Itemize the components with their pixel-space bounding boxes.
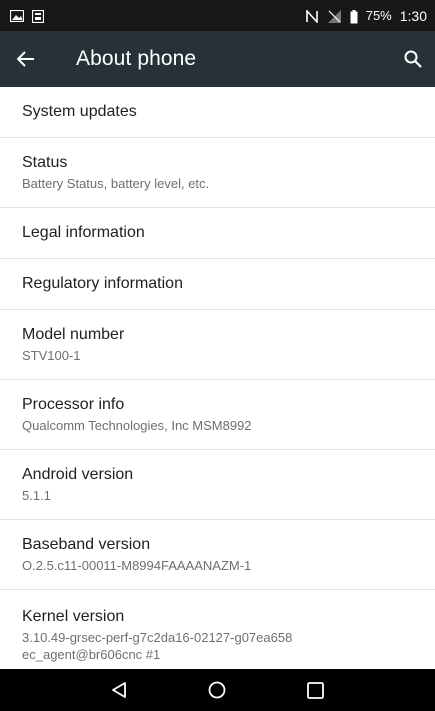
arrow-back-icon[interactable] bbox=[14, 47, 38, 71]
nav-home-icon[interactable] bbox=[203, 676, 231, 704]
legal-information-item[interactable]: Legal information bbox=[0, 208, 435, 259]
page-title: About phone bbox=[76, 47, 197, 70]
image-notification-icon bbox=[10, 9, 24, 22]
item-title: Legal information bbox=[22, 224, 145, 241]
settings-list: System updates Status Battery Status, ba… bbox=[0, 87, 435, 669]
nfc-icon bbox=[305, 9, 320, 23]
nav-back-icon[interactable] bbox=[105, 676, 133, 704]
kernel-version-item[interactable]: Kernel version 3.10.49-grsec-perf-g7c2da… bbox=[0, 590, 435, 669]
android-version-item[interactable]: Android version 5.1.1 bbox=[0, 450, 435, 520]
item-summary: Qualcomm Technologies, Inc MSM8992 bbox=[22, 418, 252, 433]
item-title: Model number bbox=[22, 326, 125, 343]
app-bar: About phone bbox=[0, 31, 435, 87]
search-icon[interactable] bbox=[401, 47, 425, 71]
item-title: Baseband version bbox=[22, 536, 151, 553]
download-notification-icon bbox=[32, 9, 46, 23]
system-updates-item[interactable]: System updates bbox=[0, 87, 435, 138]
item-summary: STV100-1 bbox=[22, 348, 81, 363]
item-title: Status bbox=[22, 154, 68, 171]
regulatory-information-item[interactable]: Regulatory information bbox=[0, 259, 435, 310]
battery-percentage: 75% bbox=[365, 8, 392, 23]
item-title: Processor info bbox=[22, 396, 125, 413]
item-title: Regulatory information bbox=[22, 275, 183, 292]
item-summary: 5.1.1 bbox=[22, 488, 51, 503]
item-summary: Battery Status, battery level, etc. bbox=[22, 176, 210, 191]
clock: 1:30 bbox=[399, 7, 427, 24]
status-bar: 75% 1:30 bbox=[0, 0, 435, 31]
item-summary: O.2.5.c11-00011-M8994FAAAANAZM-1 bbox=[22, 558, 252, 573]
item-summary-line2: ec_agent@br606cnc #1 bbox=[22, 647, 161, 662]
item-summary: 3.10.49-grsec-perf-g7c2da16-02127-g07ea6… bbox=[22, 630, 293, 645]
nav-recents-icon[interactable] bbox=[302, 676, 330, 704]
baseband-version-item[interactable]: Baseband version O.2.5.c11-00011-M8994FA… bbox=[0, 520, 435, 590]
item-title: Android version bbox=[22, 466, 134, 483]
processor-info-item[interactable]: Processor info Qualcomm Technologies, In… bbox=[0, 380, 435, 450]
battery-icon bbox=[350, 9, 358, 23]
no-signal-icon bbox=[327, 9, 342, 23]
item-title: Kernel version bbox=[22, 608, 125, 625]
status-item[interactable]: Status Battery Status, battery level, et… bbox=[0, 138, 435, 208]
model-number-item[interactable]: Model number STV100-1 bbox=[0, 310, 435, 380]
navigation-bar bbox=[0, 669, 435, 711]
item-title: System updates bbox=[22, 103, 137, 120]
system-status: 75% 1:30 bbox=[305, 7, 427, 24]
notification-icons bbox=[10, 9, 46, 23]
